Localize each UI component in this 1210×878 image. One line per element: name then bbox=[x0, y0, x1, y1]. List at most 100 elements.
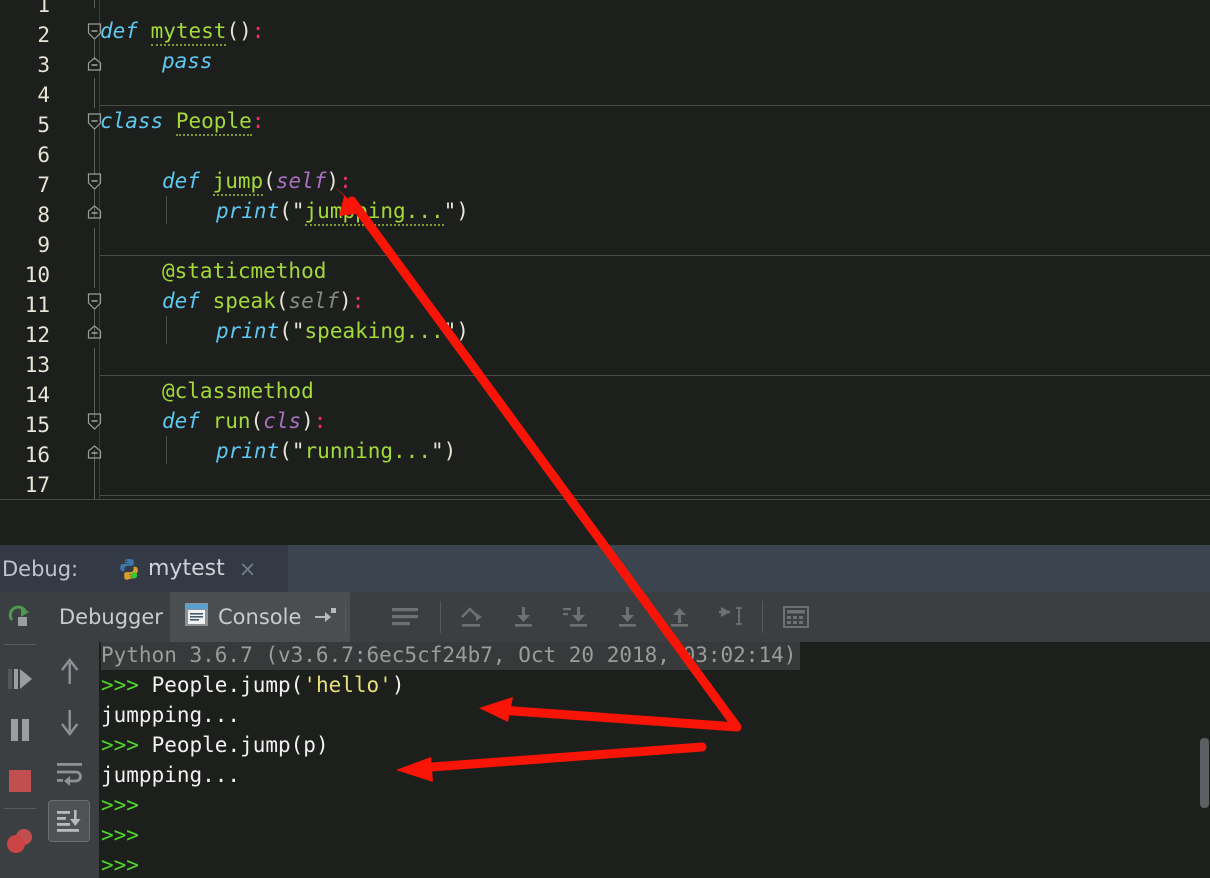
line-number: 14 bbox=[24, 383, 50, 407]
string-jumpping: jumpping... bbox=[304, 199, 444, 226]
tab-console[interactable]: Console bbox=[170, 592, 351, 642]
line-number: 12 bbox=[24, 323, 50, 347]
code-editor[interactable]: 1 2 3 4 5 6 7 8 9 10 11 12 13 14 15 16 1… bbox=[0, 0, 1210, 500]
toolbar-divider bbox=[440, 601, 441, 633]
code-line-11: def speak(self): bbox=[162, 289, 365, 313]
console-code: People.jump( bbox=[151, 673, 304, 697]
keyword-pass: pass bbox=[162, 49, 213, 73]
soft-wrap-icon[interactable] bbox=[48, 750, 92, 798]
fold-marker-end[interactable] bbox=[87, 205, 102, 220]
console-scrollbar[interactable] bbox=[1200, 738, 1209, 808]
step-over-icon[interactable] bbox=[450, 601, 494, 633]
param-cls: cls bbox=[263, 409, 302, 433]
toolbar-divider bbox=[345, 601, 346, 633]
tab-debugger[interactable]: Debugger bbox=[45, 592, 177, 642]
line-number: 2 bbox=[37, 23, 50, 47]
line-number: 8 bbox=[37, 203, 50, 227]
console-input-line: >>> bbox=[101, 850, 139, 878]
code-line-8: print("jumpping...") bbox=[216, 196, 469, 226]
evaluate-expression-icon[interactable] bbox=[774, 601, 818, 633]
console-prompt: >>> bbox=[101, 853, 139, 877]
function-name-mytest: mytest bbox=[150, 19, 227, 46]
method-separator bbox=[100, 105, 1210, 106]
fold-spine bbox=[94, 0, 95, 8]
rerun-button[interactable] bbox=[0, 592, 40, 642]
show-console-icon[interactable] bbox=[383, 601, 427, 633]
string-running: running... bbox=[304, 439, 431, 463]
fold-marker-end[interactable] bbox=[87, 445, 102, 460]
method-separator bbox=[100, 495, 1210, 496]
fold-spine bbox=[94, 228, 95, 288]
function-name-jump: jump bbox=[212, 169, 264, 196]
function-name-speak: speak bbox=[212, 289, 276, 313]
decorator-staticmethod: @staticmethod bbox=[162, 259, 327, 283]
run-control-toolbar bbox=[0, 592, 40, 878]
step-out-icon[interactable] bbox=[606, 601, 650, 633]
console-output[interactable]: Python 3.6.7 (v3.6.7:6ec5cf24b7, Oct 20 … bbox=[99, 642, 1210, 878]
debug-run-config-tab[interactable]: mytest × bbox=[96, 545, 288, 592]
code-line-16: print("running...") bbox=[216, 439, 457, 463]
force-step-into-icon[interactable] bbox=[554, 601, 598, 633]
fold-marker-collapse[interactable] bbox=[87, 173, 102, 190]
down-arrow-button[interactable] bbox=[48, 698, 92, 746]
console-prompt: >>> bbox=[101, 793, 139, 817]
function-name-run: run bbox=[212, 409, 251, 433]
line-number: 11 bbox=[24, 293, 50, 317]
console-icon bbox=[184, 602, 209, 632]
step-into-icon[interactable] bbox=[502, 601, 546, 633]
line-number: 3 bbox=[37, 53, 50, 77]
toolbar-divider bbox=[4, 808, 36, 809]
pause-button[interactable] bbox=[0, 705, 40, 755]
fold-marker-end[interactable] bbox=[87, 325, 102, 340]
keyword-class: class bbox=[100, 109, 164, 133]
code-line-5: class People: bbox=[100, 106, 264, 136]
indent-guide bbox=[166, 196, 167, 224]
debug-tab-name: mytest bbox=[148, 556, 225, 581]
line-number: 4 bbox=[37, 83, 50, 107]
scroll-to-end-button[interactable] bbox=[48, 800, 90, 842]
toolbar-divider bbox=[4, 644, 36, 645]
console-input-line: >>> People.jump(p) bbox=[101, 730, 329, 760]
tab-debugger-label: Debugger bbox=[59, 605, 163, 629]
breakpoints-button[interactable] bbox=[0, 816, 40, 866]
console-input-line: >>> bbox=[101, 790, 139, 820]
line-number: 7 bbox=[37, 173, 50, 197]
console-input-line: >>> bbox=[101, 820, 139, 850]
console-version-header: Python 3.6.7 (v3.6.7:6ec5cf24b7, Oct 20 … bbox=[101, 642, 801, 670]
line-number: 1 bbox=[37, 0, 50, 17]
debug-panel-header: Debug: mytest × bbox=[0, 545, 1210, 592]
fold-marker-collapse[interactable] bbox=[87, 293, 102, 310]
step-out-up-icon[interactable] bbox=[658, 601, 702, 633]
class-name-people: People bbox=[175, 109, 252, 136]
fold-spine bbox=[94, 130, 95, 175]
keyword-def: def bbox=[100, 19, 138, 43]
console-prompt: >>> bbox=[101, 673, 139, 697]
keyword-def: def bbox=[162, 169, 200, 193]
indent-guide bbox=[166, 316, 167, 344]
debug-panel-body: Debugger Console Python 3.6.7 (v3.6.7:6e… bbox=[0, 592, 1210, 878]
line-number: 16 bbox=[24, 443, 50, 467]
line-number: 10 bbox=[24, 263, 50, 287]
run-to-cursor-icon[interactable] bbox=[710, 601, 754, 633]
call-print: print bbox=[216, 319, 280, 343]
console-output-line: jumpping... bbox=[101, 703, 241, 727]
fold-marker-end[interactable] bbox=[87, 57, 102, 72]
close-icon[interactable]: × bbox=[239, 557, 257, 581]
param-self: self bbox=[275, 169, 327, 193]
python-icon bbox=[118, 558, 140, 580]
up-arrow-button[interactable] bbox=[48, 648, 92, 696]
fold-marker-collapse[interactable] bbox=[87, 413, 102, 430]
detach-arrow-icon[interactable] bbox=[314, 605, 337, 629]
debug-panel-title: Debug: bbox=[0, 545, 96, 592]
pycharm-window: 1 2 3 4 5 6 7 8 9 10 11 12 13 14 15 16 1… bbox=[0, 0, 1210, 878]
console-prompt: >>> bbox=[101, 823, 139, 847]
string-speaking: speaking... bbox=[304, 319, 444, 343]
stop-button[interactable] bbox=[0, 756, 40, 806]
code-line-10: @staticmethod bbox=[162, 256, 326, 286]
debug-tab-strip: Debugger Console bbox=[40, 592, 1210, 642]
line-number: 5 bbox=[37, 113, 50, 137]
keyword-def: def bbox=[162, 289, 200, 313]
keyword-def: def bbox=[162, 409, 200, 433]
line-number: 6 bbox=[37, 143, 50, 167]
resume-button[interactable] bbox=[0, 654, 40, 704]
